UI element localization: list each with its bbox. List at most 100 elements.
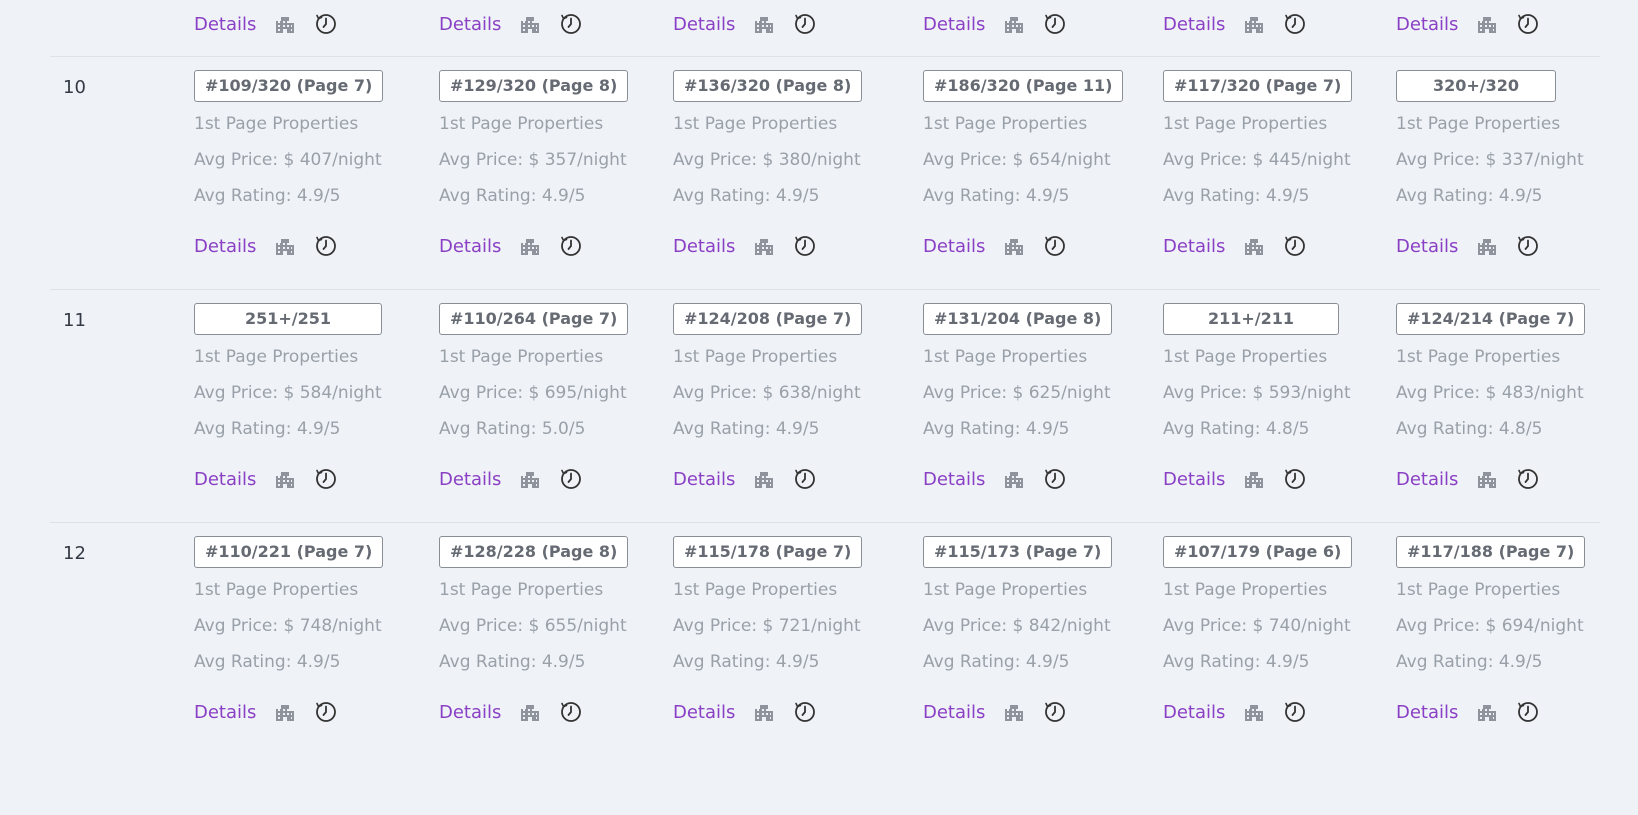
buildings-icon[interactable] <box>752 467 776 491</box>
rank-badge[interactable]: #117/320 (Page 7) <box>1163 70 1353 102</box>
buildings-icon[interactable] <box>1002 234 1026 258</box>
history-clock-icon[interactable] <box>1043 234 1067 258</box>
details-link[interactable]: Details <box>194 702 256 723</box>
buildings-icon[interactable] <box>518 467 542 491</box>
details-link[interactable]: Details <box>673 702 735 723</box>
history-clock-icon[interactable] <box>559 234 583 258</box>
buildings-icon[interactable] <box>273 700 297 724</box>
details-link[interactable]: Details <box>1396 702 1458 723</box>
details-link[interactable]: Details <box>194 14 256 35</box>
buildings-icon[interactable] <box>1242 12 1266 36</box>
details-link[interactable]: Details <box>439 236 501 257</box>
details-link[interactable]: Details <box>1163 14 1225 35</box>
history-clock-icon[interactable] <box>1283 700 1307 724</box>
details-link[interactable]: Details <box>1396 14 1458 35</box>
buildings-icon[interactable] <box>518 234 542 258</box>
rank-badge[interactable]: 251+/251 <box>194 303 383 335</box>
table-cell: 251+/251 1st Page Properties Avg Price: … <box>194 290 414 522</box>
history-clock-icon[interactable] <box>1516 12 1540 36</box>
history-clock-icon[interactable] <box>793 467 817 491</box>
rank-badge[interactable]: #129/320 (Page 8) <box>439 70 629 102</box>
history-clock-icon[interactable] <box>314 467 338 491</box>
rank-badge[interactable]: 320+/320 <box>1396 70 1557 102</box>
properties-label: 1st Page Properties <box>1396 114 1561 134</box>
history-clock-icon[interactable] <box>1043 700 1067 724</box>
rank-badge[interactable]: #131/204 (Page 8) <box>923 303 1113 335</box>
rank-badge[interactable]: #136/320 (Page 8) <box>673 70 863 102</box>
buildings-icon[interactable] <box>1242 700 1266 724</box>
buildings-icon[interactable] <box>1475 12 1499 36</box>
details-link[interactable]: Details <box>923 14 985 35</box>
buildings-icon[interactable] <box>273 234 297 258</box>
rank-badge[interactable]: #110/221 (Page 7) <box>194 536 384 568</box>
history-clock-icon[interactable] <box>1043 12 1067 36</box>
history-clock-icon[interactable] <box>314 700 338 724</box>
history-clock-icon[interactable] <box>1283 234 1307 258</box>
history-clock-icon[interactable] <box>1516 467 1540 491</box>
details-link[interactable]: Details <box>923 702 985 723</box>
buildings-icon[interactable] <box>1475 700 1499 724</box>
details-link[interactable]: Details <box>1396 236 1458 257</box>
buildings-icon[interactable] <box>1475 467 1499 491</box>
details-link[interactable]: Details <box>439 469 501 490</box>
history-clock-icon[interactable] <box>1516 700 1540 724</box>
details-link[interactable]: Details <box>194 236 256 257</box>
rankings-table: Details Details Details Details Details … <box>50 0 1600 756</box>
buildings-icon[interactable] <box>1242 467 1266 491</box>
details-link[interactable]: Details <box>673 469 735 490</box>
buildings-icon[interactable] <box>518 12 542 36</box>
history-clock-icon[interactable] <box>314 234 338 258</box>
buildings-icon[interactable] <box>273 467 297 491</box>
buildings-icon[interactable] <box>752 234 776 258</box>
details-link[interactable]: Details <box>194 469 256 490</box>
history-clock-icon[interactable] <box>1043 467 1067 491</box>
details-link[interactable]: Details <box>439 702 501 723</box>
rank-badge[interactable]: #109/320 (Page 7) <box>194 70 384 102</box>
rank-badge[interactable]: #115/178 (Page 7) <box>673 536 863 568</box>
rank-badge[interactable]: #124/214 (Page 7) <box>1396 303 1586 335</box>
rank-badge[interactable]: #115/173 (Page 7) <box>923 536 1113 568</box>
history-clock-icon[interactable] <box>1283 467 1307 491</box>
details-link[interactable]: Details <box>673 14 735 35</box>
history-clock-icon[interactable] <box>559 467 583 491</box>
row-number: 12 <box>63 543 86 564</box>
rank-badge[interactable]: #117/188 (Page 7) <box>1396 536 1586 568</box>
buildings-icon[interactable] <box>273 12 297 36</box>
rank-badge[interactable]: #124/208 (Page 7) <box>673 303 863 335</box>
history-clock-icon[interactable] <box>559 700 583 724</box>
details-link[interactable]: Details <box>439 14 501 35</box>
properties-label: 1st Page Properties <box>673 580 838 600</box>
avg-rating: Avg Rating: 4.9/5 <box>673 652 820 672</box>
details-link[interactable]: Details <box>1163 236 1225 257</box>
buildings-icon[interactable] <box>1242 234 1266 258</box>
buildings-icon[interactable] <box>1002 700 1026 724</box>
history-clock-icon[interactable] <box>1516 234 1540 258</box>
buildings-icon[interactable] <box>1002 12 1026 36</box>
properties-label: 1st Page Properties <box>1163 580 1328 600</box>
details-link[interactable]: Details <box>1396 469 1458 490</box>
buildings-icon[interactable] <box>1002 467 1026 491</box>
history-clock-icon[interactable] <box>559 12 583 36</box>
rank-badge[interactable]: #110/264 (Page 7) <box>439 303 629 335</box>
history-clock-icon[interactable] <box>1283 12 1307 36</box>
details-link[interactable]: Details <box>673 236 735 257</box>
history-clock-icon[interactable] <box>793 700 817 724</box>
rank-badge[interactable]: 211+/211 <box>1163 303 1340 335</box>
details-link[interactable]: Details <box>1163 702 1225 723</box>
history-clock-icon[interactable] <box>793 12 817 36</box>
buildings-icon[interactable] <box>1475 234 1499 258</box>
details-link[interactable]: Details <box>923 469 985 490</box>
history-clock-icon[interactable] <box>793 234 817 258</box>
history-clock-icon[interactable] <box>314 12 338 36</box>
details-link[interactable]: Details <box>923 236 985 257</box>
table-cell: #124/208 (Page 7) 1st Page Properties Av… <box>673 290 893 522</box>
rank-badge[interactable]: #107/179 (Page 6) <box>1163 536 1353 568</box>
buildings-icon[interactable] <box>752 12 776 36</box>
buildings-icon[interactable] <box>518 700 542 724</box>
cell-actions: Details <box>673 467 817 491</box>
buildings-icon[interactable] <box>752 700 776 724</box>
avg-price: Avg Price: $ 380/night <box>673 150 861 170</box>
rank-badge[interactable]: #186/320 (Page 11) <box>923 70 1124 102</box>
details-link[interactable]: Details <box>1163 469 1225 490</box>
rank-badge[interactable]: #128/228 (Page 8) <box>439 536 629 568</box>
